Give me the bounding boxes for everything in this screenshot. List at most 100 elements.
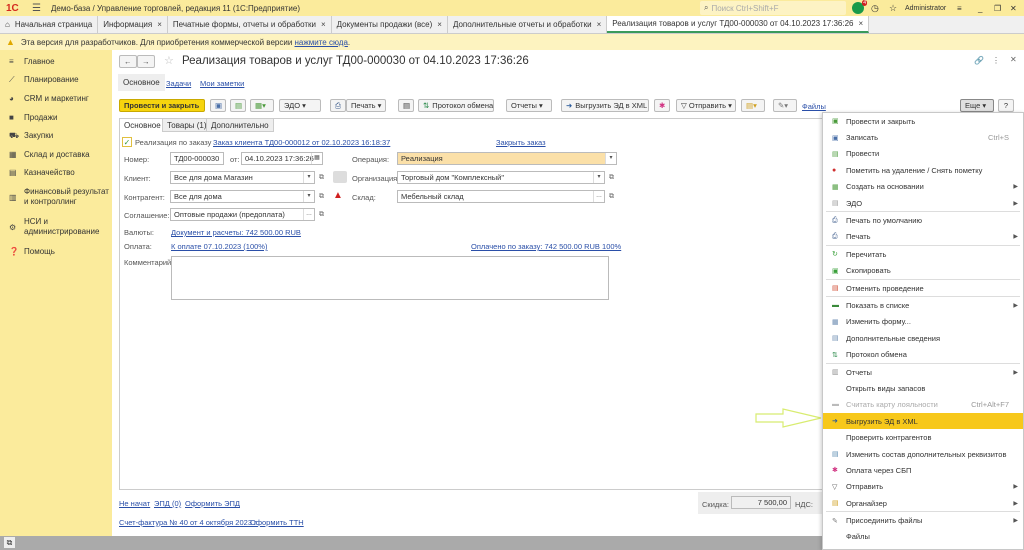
post-button[interactable]: ▤ bbox=[230, 99, 246, 112]
menu-item[interactable]: ⎙ Печать ▶ bbox=[823, 229, 1023, 245]
windows-icon[interactable]: ⧉ bbox=[4, 537, 15, 548]
menu-item[interactable]: ➜ Выгрузить ЭД в XML bbox=[823, 413, 1023, 430]
tab-extra-reports[interactable]: Дополнительные отчеты и обработки × bbox=[448, 16, 608, 33]
menu-item[interactable]: ▣ Скопировать bbox=[823, 263, 1023, 279]
buy-link[interactable]: нажмите сюда bbox=[295, 38, 348, 47]
menu-item[interactable]: ✱ Оплата через СБП bbox=[823, 462, 1023, 478]
paid-link[interactable]: Оплачено по заказу: 742 500.00 RUB 100% bbox=[471, 242, 621, 251]
comment-field[interactable] bbox=[171, 256, 609, 300]
select-icon[interactable]: … bbox=[593, 191, 604, 202]
close-icon[interactable]: ✕ bbox=[1010, 0, 1017, 16]
back-button[interactable]: ← bbox=[119, 55, 137, 68]
menu-item[interactable]: ▤ Изменить состав дополнительных реквизит… bbox=[823, 446, 1023, 462]
sidebar-item-finance[interactable]: ▥ Финансовый результат и контроллинг bbox=[0, 182, 112, 212]
menu-item[interactable]: ▥ Отчеты ▶ bbox=[823, 364, 1023, 380]
sidebar-item-help[interactable]: ❓ Помощь bbox=[0, 242, 112, 261]
link-icon[interactable]: 🔗 bbox=[974, 56, 984, 65]
exchange-log-button[interactable]: ⇅ Протокол обмена bbox=[418, 99, 494, 112]
card-icon[interactable] bbox=[333, 171, 347, 183]
chevron-down-icon[interactable]: ▾ bbox=[605, 153, 616, 164]
close-tab-icon[interactable]: × bbox=[597, 20, 602, 29]
chevron-down-icon[interactable]: ▾ bbox=[593, 172, 604, 183]
forward-button[interactable]: → bbox=[137, 55, 155, 68]
open-icon[interactable]: ⧉ bbox=[316, 190, 327, 203]
menu-item[interactable]: ↻ Перечитать bbox=[823, 246, 1023, 262]
sidebar-item-admin[interactable]: ⚙ НСИ и администрирование bbox=[0, 212, 112, 242]
agreement-field[interactable]: Оптовые продажи (предоплата)… bbox=[170, 208, 315, 221]
edo-link[interactable]: ЭПД (0) bbox=[154, 499, 181, 508]
close-tab-icon[interactable]: × bbox=[321, 20, 326, 29]
chevron-down-icon[interactable]: ▾ bbox=[303, 191, 314, 202]
menu-item[interactable]: ▽ Отправить ▶ bbox=[823, 479, 1023, 495]
tab-home[interactable]: ⌂ Начальная страница bbox=[0, 16, 99, 33]
search-input[interactable]: ⌕ Поиск Ctrl+Shift+F bbox=[700, 1, 846, 15]
tab-print-forms[interactable]: Печатные формы, отчеты и обработки × bbox=[168, 16, 332, 33]
open-icon[interactable]: ⧉ bbox=[606, 171, 617, 184]
menu-item[interactable]: ▤ Органайзер ▶ bbox=[823, 495, 1023, 511]
create-based-button[interactable]: ▦▾ bbox=[250, 99, 274, 112]
form-tab-goods[interactable]: Товары (1) bbox=[162, 118, 212, 132]
close-order-link[interactable]: Закрыть заказ bbox=[496, 138, 546, 147]
contractor-field[interactable]: Все для дома ▾ bbox=[170, 190, 315, 203]
document-icon[interactable]: ▤ bbox=[398, 99, 414, 112]
open-icon[interactable]: ⧉ bbox=[316, 208, 327, 221]
menu-item[interactable]: ▬ Считать карту лояльности Ctrl+Alt+F7 bbox=[823, 397, 1023, 413]
make-edo-link[interactable]: Оформить ЭПД bbox=[185, 499, 240, 508]
settings-icon[interactable]: ≡ bbox=[957, 0, 962, 16]
sidebar-item-purchases[interactable]: ⛟ Закупки bbox=[0, 126, 112, 145]
form-tab-additional[interactable]: Дополнительно bbox=[206, 118, 274, 132]
user-name[interactable]: Administrator bbox=[905, 0, 946, 16]
calendar-icon[interactable]: ▦ bbox=[311, 153, 322, 164]
make-ttn-link[interactable]: Оформить ТТН bbox=[250, 518, 304, 527]
org-field[interactable]: Торговый дом "Комплексный" ▾ bbox=[397, 171, 605, 184]
form-tab-main[interactable]: Основное bbox=[119, 118, 166, 132]
star-icon[interactable]: ☆ bbox=[164, 54, 174, 67]
sidebar-item-treasury[interactable]: ▤ Казначейство bbox=[0, 164, 112, 183]
close-tab-icon[interactable]: × bbox=[157, 20, 162, 29]
date-field[interactable]: 04.10.2023 17:36:26 ▦ bbox=[241, 152, 323, 165]
order-link[interactable]: Заказ клиента ТД00-000012 от 02.10.2023 … bbox=[213, 138, 390, 147]
reports-button[interactable]: Отчеты ▾ bbox=[506, 99, 552, 112]
print-button[interactable]: Печать ▾ bbox=[346, 99, 386, 112]
close-form-icon[interactable]: ✕ bbox=[1010, 55, 1017, 64]
menu-item[interactable]: ▤ Провести bbox=[823, 146, 1023, 162]
operation-field[interactable]: Реализация ▾ bbox=[397, 152, 617, 165]
sidebar-item-crm[interactable]: ◕ CRM и маркетинг bbox=[0, 89, 112, 108]
favorites-icon[interactable]: ☆ bbox=[889, 0, 897, 16]
sidebar-item-main[interactable]: ≡ Главное bbox=[0, 52, 112, 71]
close-tab-icon[interactable]: × bbox=[858, 19, 863, 28]
menu-item[interactable]: ⇅ Протокол обмена bbox=[823, 346, 1023, 362]
menu-item[interactable]: ▦ Изменить форму... bbox=[823, 314, 1023, 330]
nav-main[interactable]: Основное bbox=[118, 74, 165, 91]
paperclip-button[interactable]: ✎▾ bbox=[773, 99, 797, 112]
edo-button[interactable]: ЭДО ▾ bbox=[279, 99, 321, 112]
chevron-down-icon[interactable]: ▾ bbox=[303, 172, 314, 183]
more-button[interactable]: Еще ▾ bbox=[960, 99, 994, 112]
menu-item[interactable]: ▣ Записать Ctrl+S bbox=[823, 129, 1023, 145]
number-field[interactable]: ТД00-000030 bbox=[170, 152, 224, 165]
by-order-checkbox[interactable]: ✓ bbox=[122, 137, 132, 147]
menu-item[interactable]: ▤ Дополнительные сведения bbox=[823, 330, 1023, 346]
restore-icon[interactable]: ❐ bbox=[994, 0, 1001, 16]
main-menu-icon[interactable]: ☰ bbox=[32, 3, 41, 14]
open-icon[interactable]: ⧉ bbox=[606, 190, 617, 203]
menu-item[interactable]: ✎ Присоединить файлы ▶ bbox=[823, 512, 1023, 528]
menu-item[interactable]: ▤ Отменить проведение bbox=[823, 280, 1023, 296]
menu-item[interactable]: Открыть виды запасов bbox=[823, 380, 1023, 396]
sidebar-item-sales[interactable]: ■ Продажи bbox=[0, 108, 112, 127]
more-icon[interactable]: ⋮ bbox=[992, 56, 1000, 65]
menu-item[interactable]: ⎙ Печать по умолчанию bbox=[823, 212, 1023, 228]
sbp-icon[interactable]: ✱ bbox=[654, 99, 670, 112]
organizer-button[interactable]: ▤▾ bbox=[741, 99, 765, 112]
files-link[interactable]: Файлы bbox=[802, 102, 826, 111]
currency-link[interactable]: Документ и расчеты: 742 500.00 RUB bbox=[171, 228, 301, 237]
notifications-icon[interactable]: 4 bbox=[852, 0, 867, 14]
menu-item[interactable]: ▦ Создать на основании ▶ bbox=[823, 179, 1023, 195]
send-button[interactable]: ▽ Отправить ▾ bbox=[676, 99, 736, 112]
menu-item[interactable]: ▬ Показать в списке ▶ bbox=[823, 297, 1023, 313]
warehouse-field[interactable]: Мебельный склад… bbox=[397, 190, 605, 203]
invoice-link[interactable]: Счет-фактура № 40 от 4 октября 2023 г. bbox=[119, 518, 258, 527]
status-link[interactable]: Не начат bbox=[119, 499, 150, 508]
client-field[interactable]: Все для дома Магазин ▾ bbox=[170, 171, 315, 184]
open-icon[interactable]: ⧉ bbox=[316, 171, 327, 184]
